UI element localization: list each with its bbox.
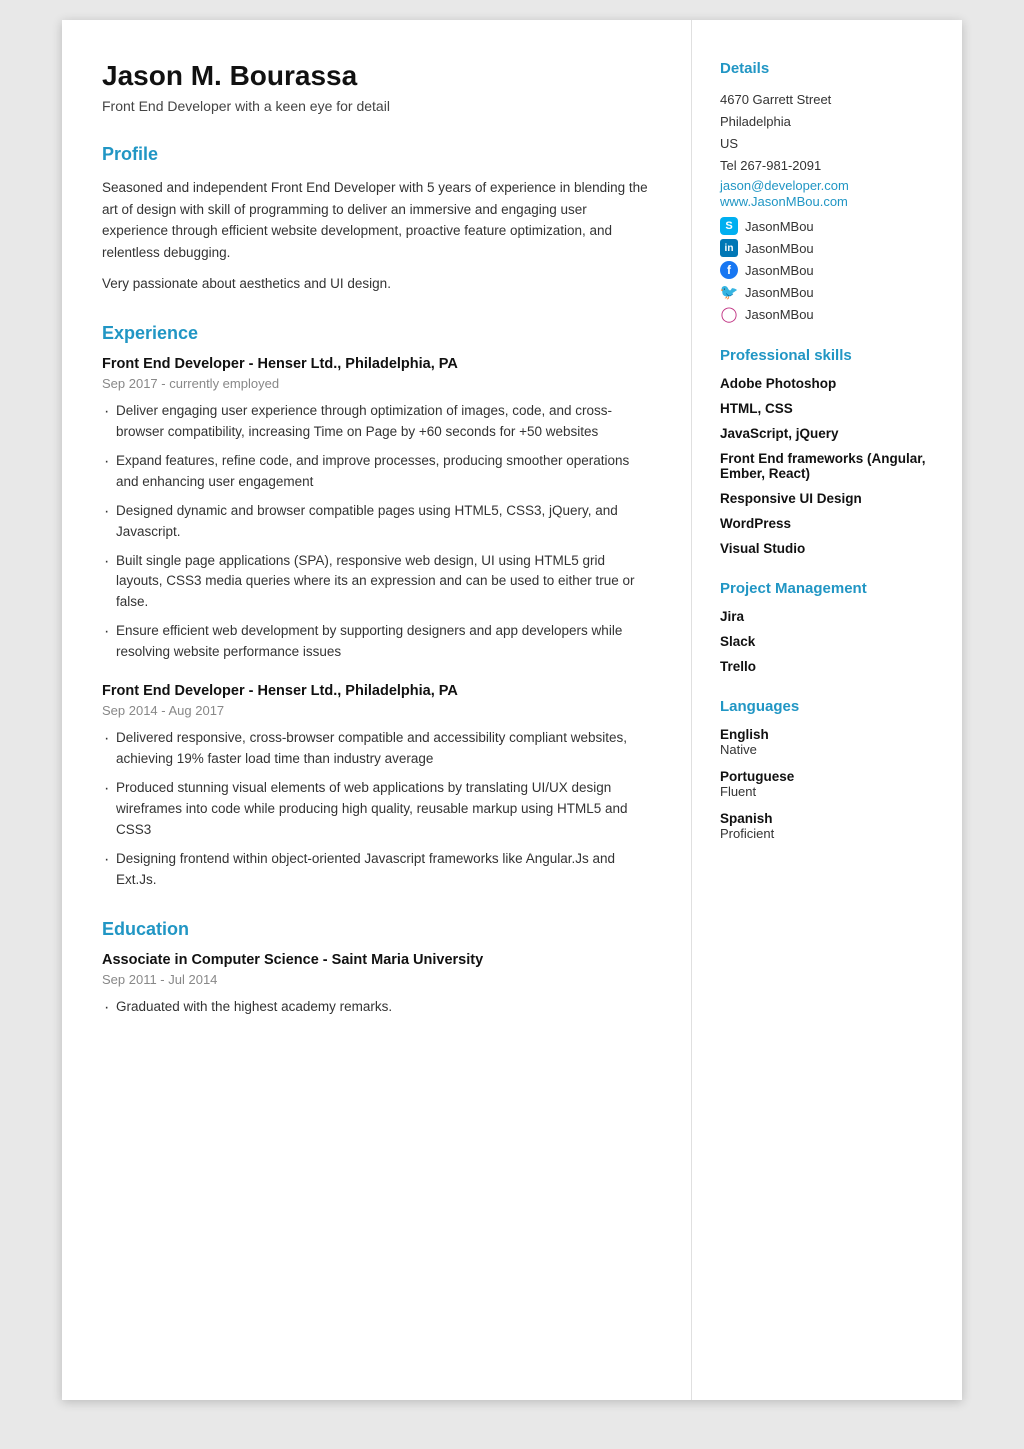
skill-item: HTML, CSS (720, 401, 934, 416)
languages-list: English Native Portuguese Fluent Spanish… (720, 727, 934, 841)
pm-list: Jira Slack Trello (720, 609, 934, 674)
tel: Tel 267-981-2091 (720, 155, 934, 177)
lang-level: Fluent (720, 784, 934, 799)
bullet-item: Ensure efficient web development by supp… (102, 621, 655, 663)
linkedin-handle: JasonMBou (745, 241, 814, 256)
skill-item: JavaScript, jQuery (720, 426, 934, 441)
experience-section-title: Experience (102, 323, 655, 344)
instagram-handle: JasonMBou (745, 307, 814, 322)
skype-handle: JasonMBou (745, 219, 814, 234)
bullet-item: Deliver engaging user experience through… (102, 401, 655, 443)
website-link[interactable]: www.JasonMBou.com (720, 194, 848, 209)
details-block: 4670 Garrett Street Philadelphia US Tel … (720, 89, 934, 323)
facebook-handle: JasonMBou (745, 263, 814, 278)
bullet-item: Designed dynamic and browser compatible … (102, 501, 655, 543)
side-column: Details 4670 Garrett Street Philadelphia… (692, 20, 962, 1400)
social-twitter: 🐦 JasonMBou (720, 283, 934, 301)
bullet-item: Expand features, refine code, and improv… (102, 451, 655, 493)
skill-item: Visual Studio (720, 541, 934, 556)
language-portuguese: Portuguese Fluent (720, 769, 934, 799)
profile-paragraph-1: Seasoned and independent Front End Devel… (102, 177, 655, 263)
lang-name: English (720, 727, 934, 742)
skills-list: Adobe Photoshop HTML, CSS JavaScript, jQ… (720, 376, 934, 556)
candidate-name: Jason M. Bourassa (102, 60, 655, 92)
bullet-item: Produced stunning visual elements of web… (102, 778, 655, 841)
degree-date: Sep 2011 - Jul 2014 (102, 972, 655, 987)
address-line1: 4670 Garrett Street (720, 89, 934, 111)
resume-page: Jason M. Bourassa Front End Developer wi… (62, 20, 962, 1400)
social-facebook: f JasonMBou (720, 261, 934, 279)
education-section-title: Education (102, 919, 655, 940)
email-link[interactable]: jason@developer.com (720, 178, 849, 193)
pm-section-title: Project Management (720, 580, 934, 597)
instagram-icon: ◯ (720, 305, 738, 323)
main-column: Jason M. Bourassa Front End Developer wi… (62, 20, 692, 1400)
lang-level: Proficient (720, 826, 934, 841)
lang-level: Native (720, 742, 934, 757)
pm-item: Jira (720, 609, 934, 624)
social-links: S JasonMBou in JasonMBou f JasonMBou 🐦 J… (720, 217, 934, 323)
bullet-item: Built single page applications (SPA), re… (102, 551, 655, 614)
candidate-subtitle: Front End Developer with a keen eye for … (102, 98, 655, 114)
degree-title: Associate in Computer Science - Saint Ma… (102, 952, 655, 968)
skill-item: Adobe Photoshop (720, 376, 934, 391)
bullet-item: Graduated with the highest academy remar… (102, 997, 655, 1018)
twitter-icon: 🐦 (720, 283, 738, 301)
skill-item: Responsive UI Design (720, 491, 934, 506)
bullet-item: Designing frontend within object-oriente… (102, 849, 655, 891)
job-2-bullets: Delivered responsive, cross-browser comp… (102, 728, 655, 890)
pm-item: Slack (720, 634, 934, 649)
skill-item: WordPress (720, 516, 934, 531)
job-1-bullets: Deliver engaging user experience through… (102, 401, 655, 663)
languages-section-title: Languages (720, 698, 934, 715)
job-2: Front End Developer - Henser Ltd., Phila… (102, 683, 655, 890)
education-entry-1: Associate in Computer Science - Saint Ma… (102, 952, 655, 1018)
profile-paragraph-2: Very passionate about aesthetics and UI … (102, 273, 655, 295)
address-line2: Philadelphia (720, 111, 934, 133)
skill-item: Front End frameworks (Angular, Ember, Re… (720, 451, 934, 481)
social-instagram: ◯ JasonMBou (720, 305, 934, 323)
linkedin-icon: in (720, 239, 738, 257)
facebook-icon: f (720, 261, 738, 279)
language-spanish: Spanish Proficient (720, 811, 934, 841)
skills-section-title: Professional skills (720, 347, 934, 364)
language-english: English Native (720, 727, 934, 757)
lang-name: Spanish (720, 811, 934, 826)
address-line3: US (720, 133, 934, 155)
bullet-item: Delivered responsive, cross-browser comp… (102, 728, 655, 770)
social-skype: S JasonMBou (720, 217, 934, 235)
job-1-title: Front End Developer - Henser Ltd., Phila… (102, 356, 655, 372)
job-1: Front End Developer - Henser Ltd., Phila… (102, 356, 655, 663)
job-1-date: Sep 2017 - currently employed (102, 376, 655, 391)
education-bullets: Graduated with the highest academy remar… (102, 997, 655, 1018)
profile-section-title: Profile (102, 144, 655, 165)
pm-item: Trello (720, 659, 934, 674)
social-linkedin: in JasonMBou (720, 239, 934, 257)
details-section-title: Details (720, 60, 934, 77)
job-2-date: Sep 2014 - Aug 2017 (102, 703, 655, 718)
lang-name: Portuguese (720, 769, 934, 784)
job-2-title: Front End Developer - Henser Ltd., Phila… (102, 683, 655, 699)
twitter-handle: JasonMBou (745, 285, 814, 300)
skype-icon: S (720, 217, 738, 235)
